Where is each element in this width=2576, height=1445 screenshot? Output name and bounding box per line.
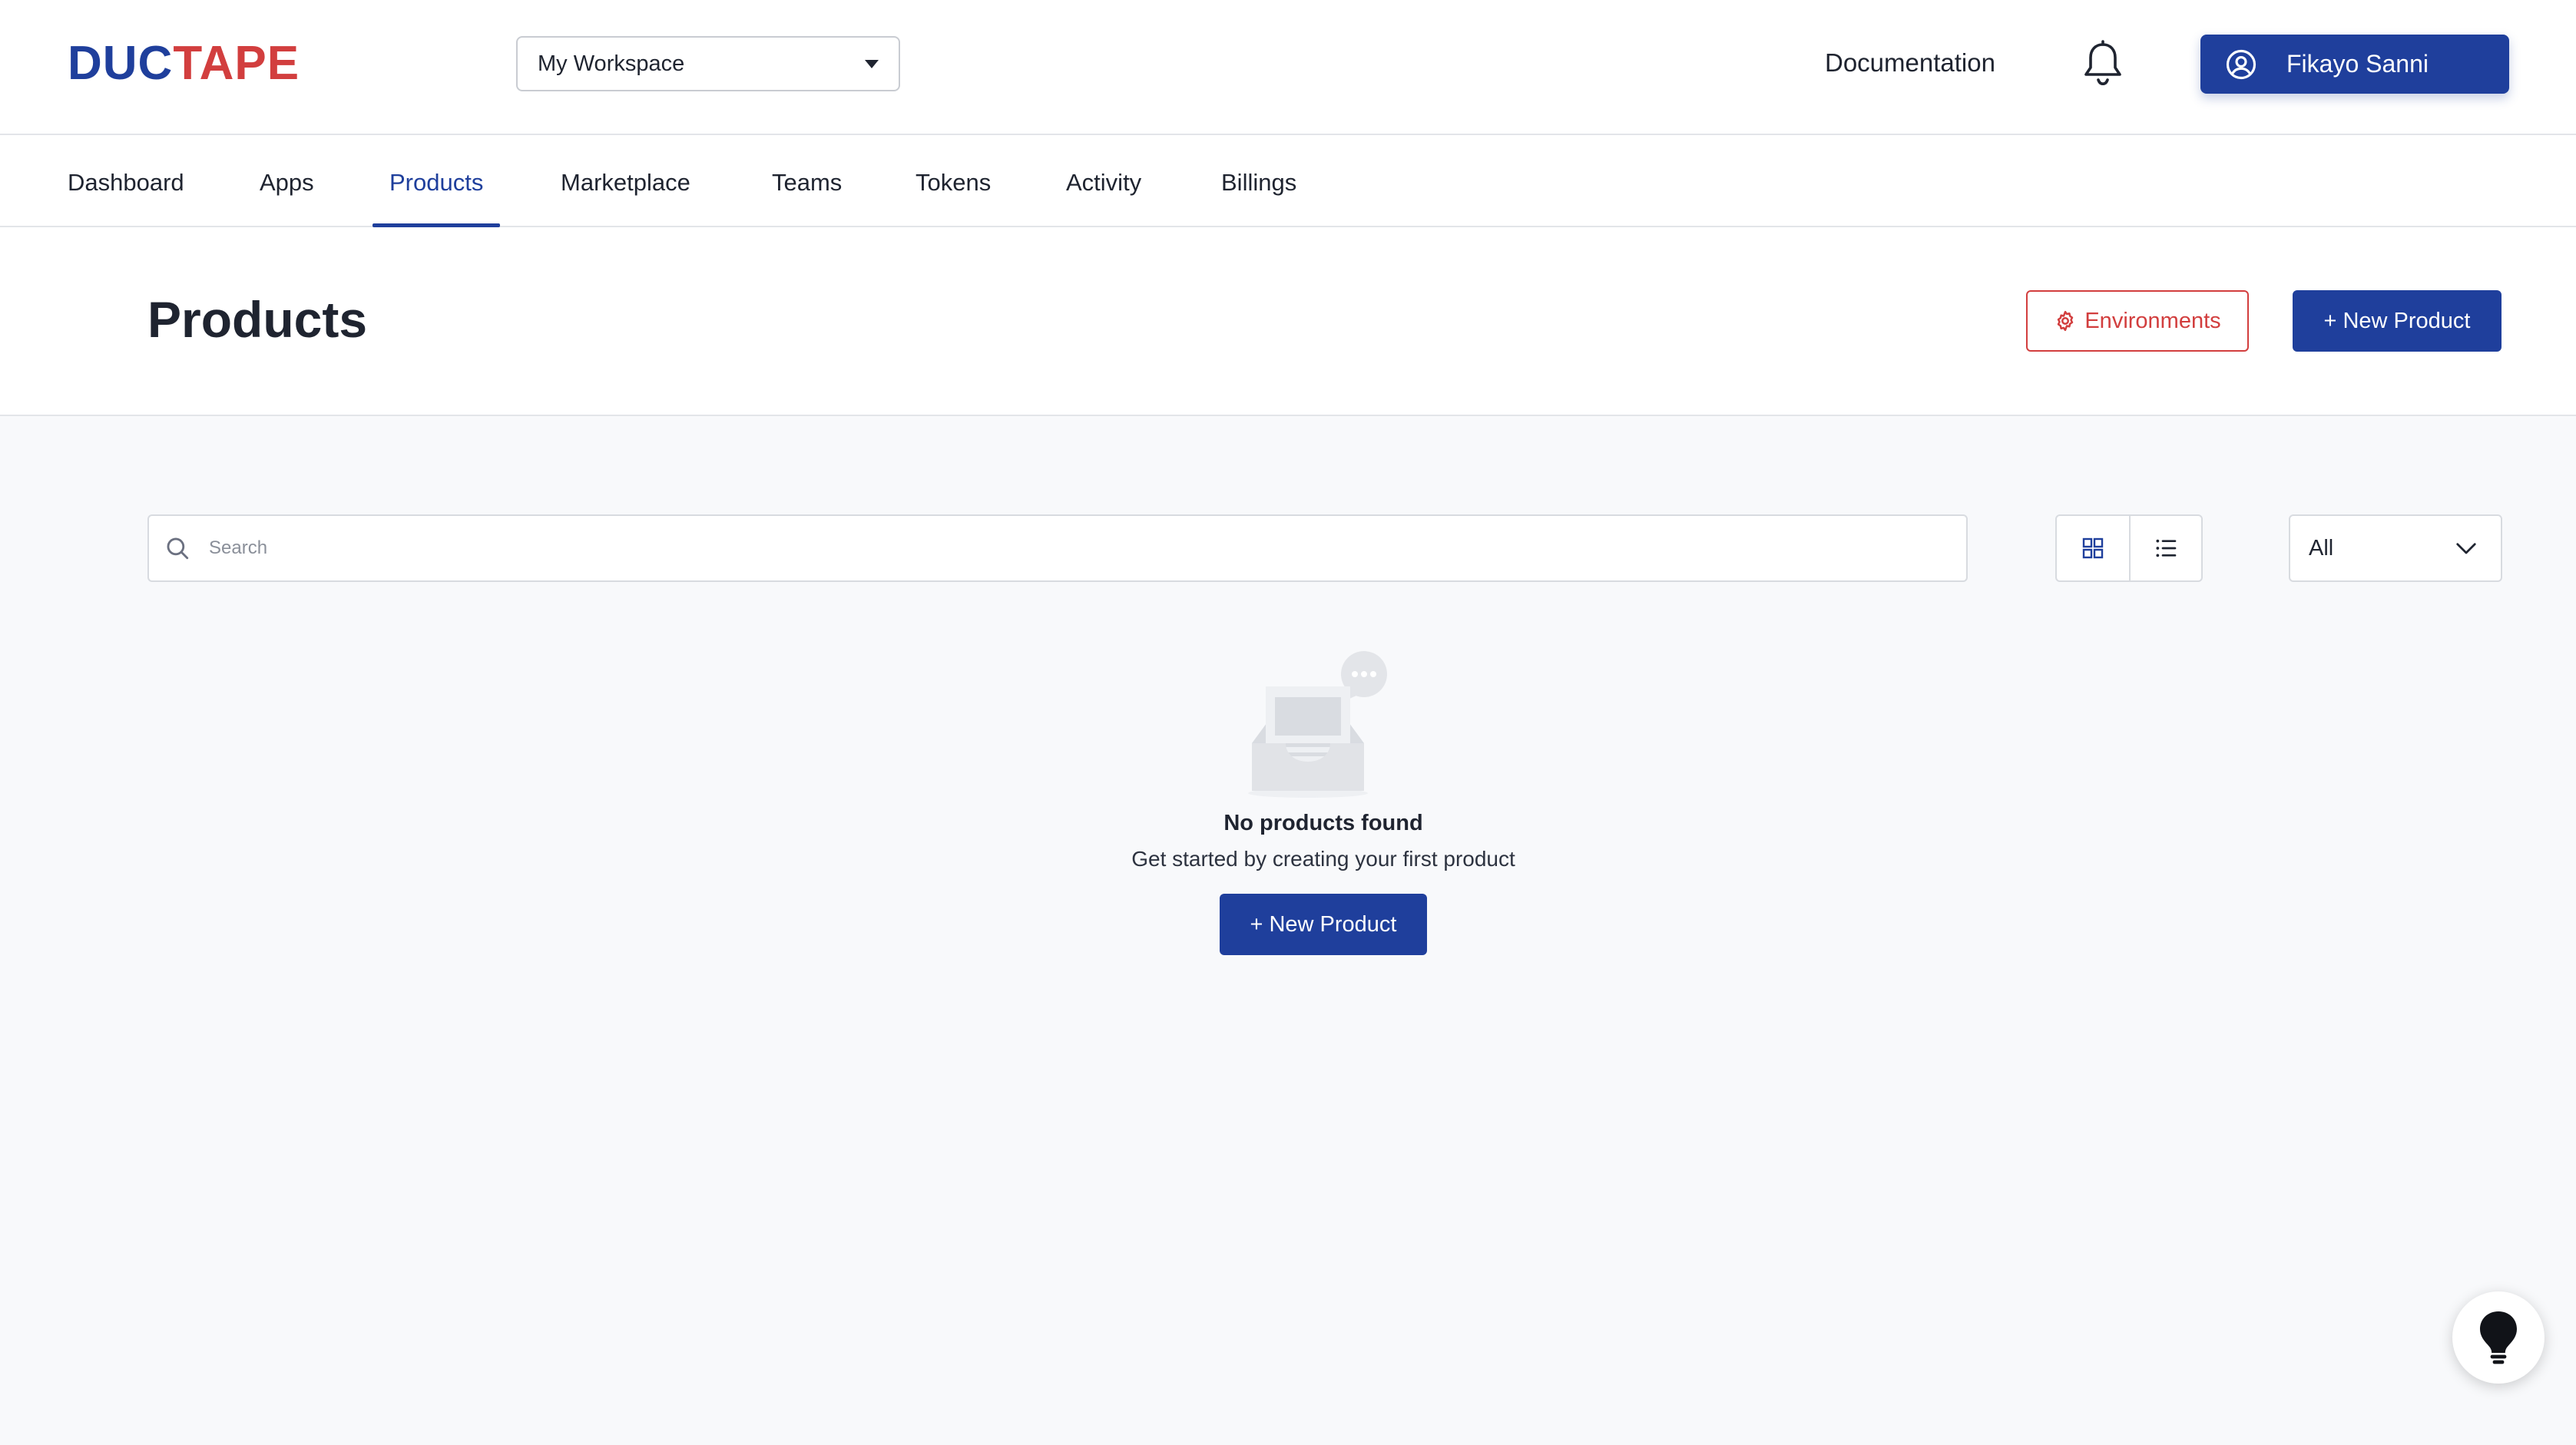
- list-view-button[interactable]: [2128, 516, 2201, 580]
- empty-state-new-product-button[interactable]: + New Product: [1220, 894, 1427, 955]
- tab-tokens[interactable]: Tokens: [899, 135, 1008, 226]
- page-header: Products Environments + New Product: [0, 227, 2576, 416]
- tab-billings[interactable]: Billings: [1204, 135, 1313, 226]
- filter-select[interactable]: All: [2289, 514, 2502, 582]
- empty-state-title: No products found: [1223, 811, 1423, 835]
- chevron-down-icon: [2456, 543, 2476, 554]
- grid-view-button[interactable]: [2057, 516, 2129, 580]
- page-title: Products: [147, 291, 368, 348]
- help-button[interactable]: [2452, 1291, 2545, 1384]
- list-view-icon: [2156, 539, 2177, 557]
- search-bar[interactable]: [147, 514, 1968, 582]
- user-circle-icon: [2226, 49, 2256, 79]
- environments-label: Environments: [2084, 308, 2221, 333]
- caret-down-icon: [865, 60, 879, 68]
- logo-part-tape: TAPE: [173, 37, 300, 90]
- view-toggle: [2055, 514, 2203, 582]
- logo-part-duc: DUC: [68, 37, 174, 90]
- grid-view-icon: [2082, 537, 2104, 559]
- user-name: Fikayo Sanni: [2286, 50, 2429, 78]
- top-bar: DUCTAPE My Workspace Documentation Fikay…: [0, 0, 2576, 135]
- search-icon: [167, 537, 189, 560]
- tab-activity[interactable]: Activity: [1049, 135, 1158, 226]
- bell-icon[interactable]: [2081, 40, 2124, 89]
- tab-teams[interactable]: Teams: [755, 135, 859, 226]
- search-input[interactable]: [209, 537, 1899, 559]
- workspace-select[interactable]: My Workspace: [516, 36, 900, 91]
- gear-icon: [2058, 310, 2074, 332]
- lightbulb-icon: [2480, 1311, 2517, 1364]
- user-menu-button[interactable]: Fikayo Sanni: [2200, 35, 2509, 94]
- documentation-link[interactable]: Documentation: [1825, 46, 1995, 80]
- empty-state-subtitle: Get started by creating your first produ…: [1131, 847, 1515, 871]
- tab-dashboard[interactable]: Dashboard: [51, 135, 201, 226]
- filter-select-value: All: [2309, 535, 2334, 560]
- main-tabs: Dashboard Apps Products Marketplace Team…: [0, 135, 2576, 227]
- ductape-logo[interactable]: DUCTAPE: [68, 37, 300, 91]
- empty-state: No products found Get started by creatin…: [952, 651, 1694, 955]
- tab-apps[interactable]: Apps: [243, 135, 331, 226]
- environments-button[interactable]: Environments: [2026, 290, 2249, 352]
- workspace-select-value: My Workspace: [538, 51, 685, 76]
- tab-marketplace[interactable]: Marketplace: [544, 135, 707, 226]
- new-product-button[interactable]: + New Product: [2293, 290, 2502, 352]
- empty-inbox-illustration: [1248, 651, 1387, 798]
- tab-products[interactable]: Products: [372, 135, 501, 227]
